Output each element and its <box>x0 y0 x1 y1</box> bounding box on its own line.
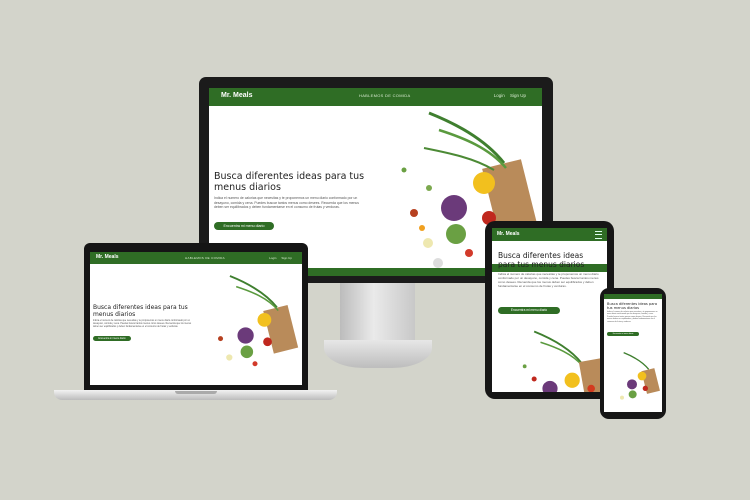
signup-link[interactable]: Sign Up <box>510 93 526 98</box>
nav-menu-item[interactable]: HABLEMOS DE COMIDA <box>185 256 225 260</box>
laptop-screen: Mr. Meals HABLEMOS DE COMIDA Login Sign … <box>90 252 302 385</box>
vegetables-image <box>522 330 607 392</box>
hero-title: Busca diferentes ideas para tus menus di… <box>607 302 658 311</box>
hero-description: Indica el numero de calorias que necesit… <box>607 311 658 323</box>
tablet-screen: Mr. Meals Busca diferentes ideas para tu… <box>492 228 607 392</box>
hero-description: Indica el numero de calorias que necesit… <box>214 196 359 210</box>
login-link[interactable]: Login <box>269 256 276 260</box>
monitor-stand <box>340 283 415 343</box>
hero-description: Indica el numero de calorias que necesit… <box>498 272 599 288</box>
navbar: Mr. Meals HABLEMOS DE COMIDA Login Sign … <box>209 88 542 106</box>
brand-logo[interactable]: Mr. Meals <box>96 254 119 260</box>
vegetables-image <box>218 275 299 367</box>
monitor-base <box>324 340 432 368</box>
auth-links: Login Sign Up <box>490 93 526 98</box>
vegetables-image <box>620 352 660 400</box>
hero-title: Busca diferentes ideas para tus menus di… <box>214 171 365 193</box>
laptop-notch <box>175 391 217 394</box>
navbar: Mr. Meals HABLEMOS DE COMIDA Login Sign … <box>90 252 302 264</box>
signup-link[interactable]: Sign Up <box>281 256 292 260</box>
phone-screen: Busca diferentes ideas para tus menus di… <box>604 294 662 412</box>
navbar <box>604 294 662 299</box>
find-menu-button[interactable]: Encuentra mi menu diario <box>93 336 131 341</box>
brand-logo[interactable]: Mr. Meals <box>221 92 253 99</box>
hero-title: Busca diferentes ideas para tus menus di… <box>93 304 188 318</box>
login-link[interactable]: Login <box>494 93 505 98</box>
auth-links: Login Sign Up <box>265 256 292 260</box>
find-menu-button[interactable]: Encuentra mi menu diario <box>214 222 274 230</box>
nav-menu-item[interactable]: HABLEMOS DE COMIDA <box>359 93 410 98</box>
brand-logo[interactable]: Mr. Meals <box>497 231 520 237</box>
find-menu-button[interactable]: Encuentra mi menu diario <box>607 332 639 336</box>
hero-title: Busca diferentes ideas para tus menus di… <box>498 251 585 269</box>
hamburger-icon[interactable] <box>595 231 602 239</box>
navbar: Mr. Meals <box>492 228 607 241</box>
hero-description: Indica el numero de calorias que necesit… <box>93 320 192 328</box>
find-menu-button[interactable]: Encuentra mi menu diario <box>498 307 560 314</box>
